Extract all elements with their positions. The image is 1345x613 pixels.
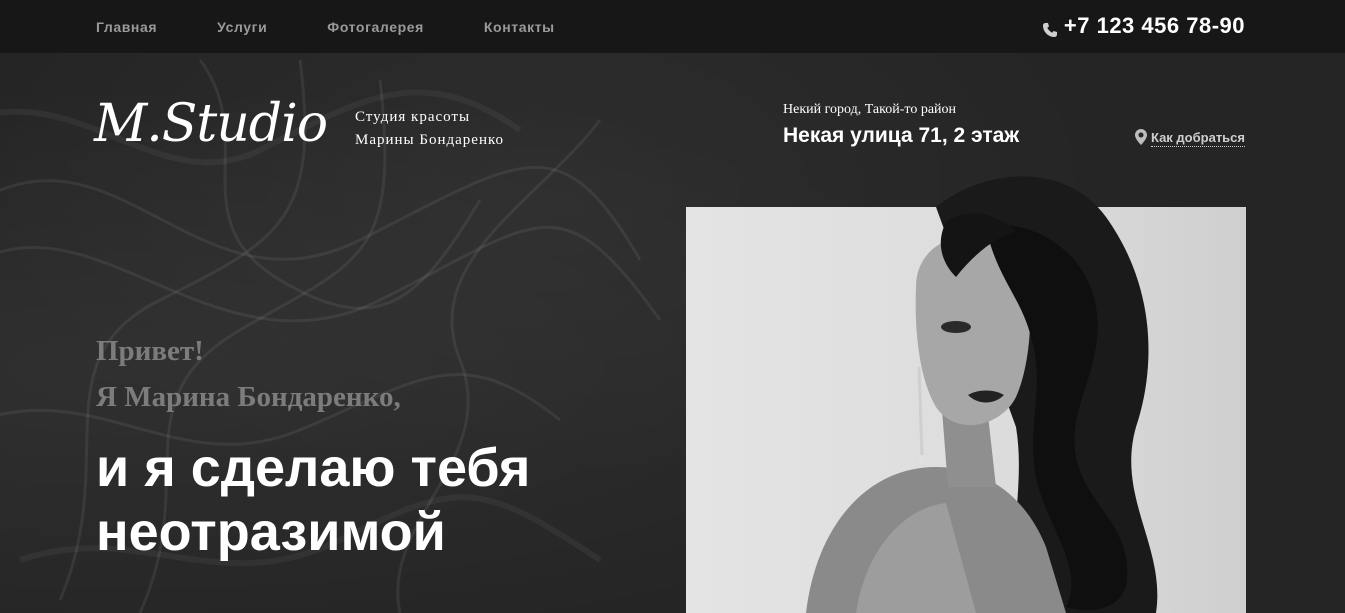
phone-icon bbox=[1042, 18, 1058, 37]
phone-link[interactable]: +7 123 456 78-90 bbox=[1042, 11, 1245, 41]
tagline-line1: Студия красоты bbox=[355, 109, 471, 125]
top-bar: Главная Услуги Фотогалерея Контакты +7 1… bbox=[0, 0, 1345, 53]
logo-text: M.Studio bbox=[94, 94, 328, 154]
nav-item-home[interactable]: Главная bbox=[96, 19, 157, 35]
nav-item-services[interactable]: Услуги bbox=[217, 19, 267, 35]
logo[interactable]: M.Studio bbox=[94, 84, 334, 164]
main-nav: Главная Услуги Фотогалерея Контакты bbox=[96, 0, 615, 53]
directions-link[interactable]: Как добраться bbox=[1134, 129, 1245, 148]
phone-number: +7 123 456 78-90 bbox=[1063, 13, 1245, 38]
tagline-line2: Марины Бондаренко bbox=[355, 132, 505, 148]
address-city: Некий город, Такой-то район bbox=[783, 102, 957, 117]
address-street: Некая улица 71, 2 этаж bbox=[783, 124, 1020, 147]
hero-portrait-photo bbox=[686, 176, 1246, 613]
greeting-line2: Я Марина Бондаренко, bbox=[96, 381, 401, 413]
hero-headline: и я сделаю тебя неотразимой bbox=[96, 436, 530, 564]
map-pin-icon bbox=[1134, 129, 1147, 148]
hero-greeting: Привет! Я Марина Бондаренко, bbox=[96, 328, 401, 420]
headline-line1: и я сделаю тебя bbox=[96, 438, 531, 498]
nav-item-contacts[interactable]: Контакты bbox=[484, 19, 555, 35]
nav-item-gallery[interactable]: Фотогалерея bbox=[327, 19, 424, 35]
directions-label: Как добраться bbox=[1150, 130, 1245, 147]
headline-line2: неотразимой bbox=[96, 502, 446, 562]
portrait-illustration bbox=[806, 176, 1158, 613]
greeting-line1: Привет! bbox=[96, 335, 204, 367]
brand-tagline: Студия красоты Марины Бондаренко bbox=[355, 106, 504, 152]
